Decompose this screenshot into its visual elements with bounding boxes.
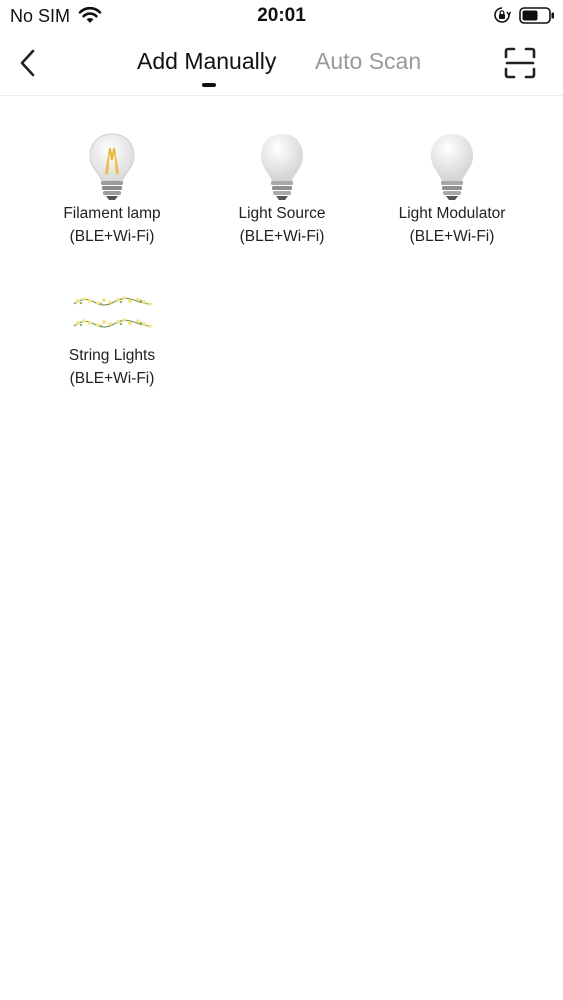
screen: No SIM 20:01 Add Manually Auto Scan Fila… [0,0,563,1000]
device-name: Filament lamp [63,205,161,222]
tab-auto-scan[interactable]: Auto Scan [315,48,421,75]
device-name: Light Modulator [398,205,506,222]
status-bar: No SIM 20:01 [0,0,563,32]
scan-icon[interactable] [503,46,537,80]
device-protocol: (BLE+Wi-Fi) [239,228,325,245]
device-protocol: (BLE+Wi-Fi) [69,228,155,245]
bulb-icon [261,134,303,200]
device-string-lights[interactable]: String Lights (BLE+Wi-Fi) [27,290,197,390]
clock: 20:01 [257,5,306,26]
battery-icon [519,7,554,24]
device-light-source[interactable]: Light Source (BLE+Wi-Fi) [197,130,367,248]
active-tab-indicator [202,83,216,87]
device-light-modulator[interactable]: Light Modulator (BLE+Wi-Fi) [367,130,537,248]
bulb-icon [431,134,473,200]
string-lights-icon [73,296,152,328]
device-protocol: (BLE+Wi-Fi) [409,228,495,245]
back-icon[interactable] [14,46,42,80]
filament-bulb-icon [89,133,135,200]
device-name: Light Source [238,205,326,222]
device-name: String Lights [68,347,156,364]
tab-add-manually[interactable]: Add Manually [137,48,276,75]
nav-bar: Add Manually Auto Scan [0,32,563,96]
device-filament-lamp[interactable]: Filament lamp (BLE+Wi-Fi) [27,130,197,248]
orientation-lock-icon [494,7,511,23]
device-protocol: (BLE+Wi-Fi) [69,370,155,387]
